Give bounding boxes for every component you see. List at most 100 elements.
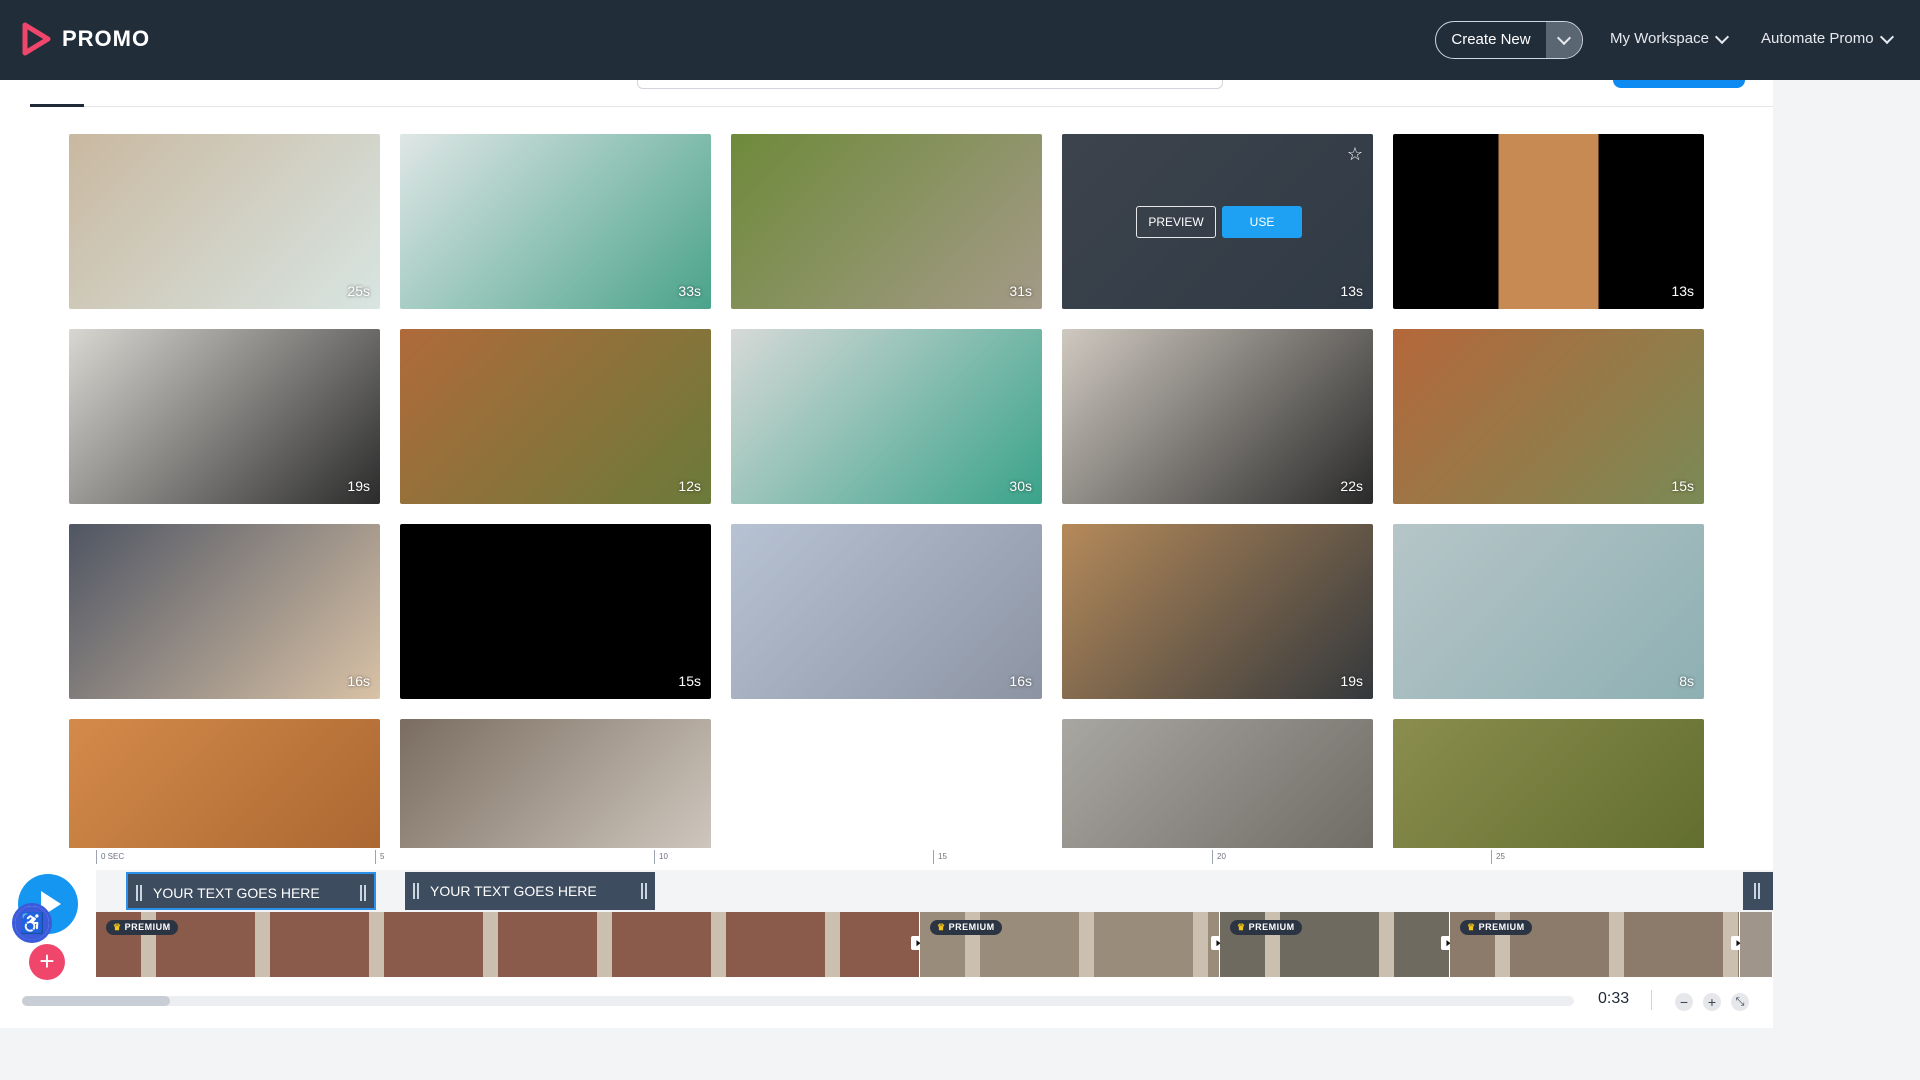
video-duration: 13s <box>1340 283 1363 299</box>
crown-icon: ♛ <box>1237 922 1249 932</box>
text-clip[interactable]: YOUR TEXT GOES HERE <box>405 872 655 910</box>
tab-divider <box>30 106 1773 107</box>
video-thumbnail[interactable]: 33s <box>400 134 711 309</box>
drag-handle-icon[interactable] <box>641 883 647 899</box>
video-duration: 19s <box>1340 673 1363 689</box>
video-grid: 25s 33s 31s PREVIEW USE ☆ 13s 13s 19s 12s 30s 22s 15… <box>69 134 1704 848</box>
top-navigation-bar: PROMO Create New My Workspace Automate P… <box>0 0 1920 80</box>
video-clip[interactable]: ♛ PREMIUM <box>1450 912 1740 977</box>
video-clip[interactable]: ♛ PREMIUM <box>920 912 1220 977</box>
premium-badge: ♛ PREMIUM <box>106 920 178 935</box>
video-thumbnail[interactable]: 22s <box>1062 329 1373 504</box>
video-duration: 25s <box>347 283 370 299</box>
video-thumbnail[interactable] <box>1062 719 1373 848</box>
video-duration: 12s <box>678 478 701 494</box>
ruler-tick: 25 <box>1491 850 1505 864</box>
video-duration: 33s <box>678 283 701 299</box>
video-thumbnail[interactable] <box>400 719 711 848</box>
create-new-label[interactable]: Create New <box>1436 22 1546 58</box>
premium-badge: ♛ PREMIUM <box>930 920 1002 935</box>
text-clip-label: YOUR TEXT GOES HERE <box>153 885 320 901</box>
use-button[interactable]: USE <box>1222 206 1302 238</box>
video-thumbnail[interactable]: 15s <box>400 524 711 699</box>
premium-label: PREMIUM <box>1478 922 1525 932</box>
automate-promo-label: Automate Promo <box>1761 30 1874 47</box>
preview-button[interactable]: PREVIEW <box>1136 206 1216 238</box>
add-scene-button[interactable]: + <box>29 944 65 980</box>
star-outline-icon[interactable]: ☆ <box>1347 144 1363 165</box>
primary-action-button[interactable] <box>1613 80 1745 88</box>
video-duration: 16s <box>1009 673 1032 689</box>
video-clip[interactable]: ♛ PREMIUM <box>1220 912 1450 977</box>
promo-logo[interactable]: PROMO <box>22 22 150 56</box>
drag-handle-icon[interactable] <box>136 885 142 901</box>
crown-icon: ♛ <box>937 922 949 932</box>
crown-icon: ♛ <box>1467 922 1479 932</box>
total-duration: 0:33 <box>1598 990 1630 1007</box>
text-track: YOUR TEXT GOES HERE YOUR TEXT GOES HERE <box>96 870 1773 912</box>
timeline-scrollbar[interactable] <box>22 996 1574 1006</box>
video-thumbnail[interactable]: 8s <box>1393 524 1704 699</box>
ruler-tick: 5 <box>375 850 384 864</box>
drag-handle-icon[interactable] <box>413 883 419 899</box>
premium-badge: ♛ PREMIUM <box>1230 920 1302 935</box>
drag-handle-icon <box>1754 883 1760 899</box>
premium-label: PREMIUM <box>124 922 171 932</box>
time-ruler: 0 SEC 5 10 15 20 25 <box>96 850 1773 864</box>
video-thumbnail[interactable]: 19s <box>1062 524 1373 699</box>
video-thumbnail[interactable]: 25s <box>69 134 380 309</box>
zoom-in-button[interactable]: + <box>1703 993 1721 1011</box>
timeline-editor: 0 SEC 5 10 15 20 25 ♿ + YOUR TEXT GOES HERE Y… <box>0 848 1773 1028</box>
video-thumbnail[interactable]: 13s <box>1393 134 1704 309</box>
premium-label: PREMIUM <box>1248 922 1295 932</box>
video-thumbnail[interactable]: 19s <box>69 329 380 504</box>
video-duration: 13s <box>1671 283 1694 299</box>
my-workspace-label: My Workspace <box>1610 30 1709 47</box>
brand-name: PROMO <box>62 26 151 51</box>
video-thumbnail[interactable] <box>69 719 380 848</box>
premium-label: PREMIUM <box>948 922 995 932</box>
scrollbar-thumb[interactable] <box>22 996 170 1006</box>
video-duration: 31s <box>1009 283 1032 299</box>
ruler-tick: 10 <box>654 850 668 864</box>
video-thumbnail[interactable]: 12s <box>400 329 711 504</box>
media-library-panel: 25s 33s 31s PREVIEW USE ☆ 13s 13s 19s 12s 30s 22s 15… <box>0 80 1773 848</box>
my-workspace-menu[interactable]: My Workspace <box>1610 21 1729 57</box>
search-input[interactable] <box>637 80 1223 89</box>
zoom-out-button[interactable]: − <box>1675 993 1693 1011</box>
premium-badge: ♛ PREMIUM <box>1460 920 1532 935</box>
video-duration: 30s <box>1009 478 1032 494</box>
video-duration: 22s <box>1340 478 1363 494</box>
drag-handle-icon[interactable] <box>360 885 366 901</box>
video-thumbnail[interactable]: 30s <box>731 329 1042 504</box>
fit-timeline-button[interactable]: ⤡ <box>1731 993 1749 1011</box>
ruler-tick: 15 <box>933 850 947 864</box>
video-thumbnail[interactable] <box>1393 719 1704 848</box>
video-thumbnail[interactable] <box>731 719 1042 848</box>
video-duration: 15s <box>1671 478 1694 494</box>
video-thumbnail[interactable]: 31s <box>731 134 1042 309</box>
create-new-dropdown[interactable] <box>1546 22 1582 58</box>
video-clip[interactable] <box>1740 912 1773 977</box>
ruler-tick: 20 <box>1212 850 1226 864</box>
text-track-end-handle[interactable] <box>1743 872 1773 910</box>
video-track: ♛ PREMIUM⧓♛ PREMIUM⧓♛ PREMIUM⧓♛ PREMIUM⧓ <box>96 912 1773 977</box>
hover-overlay <box>1062 134 1373 309</box>
create-new-button[interactable]: Create New <box>1435 21 1583 59</box>
video-thumbnail[interactable]: 16s <box>69 524 380 699</box>
video-thumbnail[interactable]: PREVIEW USE ☆ 13s <box>1062 134 1373 309</box>
video-thumbnail[interactable]: 16s <box>731 524 1042 699</box>
chevron-down-icon <box>1879 29 1894 44</box>
video-thumbnail[interactable]: 15s <box>1393 329 1704 504</box>
video-clip[interactable]: ♛ PREMIUM <box>96 912 920 977</box>
text-clip[interactable]: YOUR TEXT GOES HERE <box>126 872 376 910</box>
accessibility-icon: ♿ <box>15 906 49 940</box>
video-duration: 19s <box>347 478 370 494</box>
divider <box>1651 990 1652 1010</box>
accessibility-button[interactable]: ♿ <box>12 903 52 943</box>
chevron-down-icon <box>1714 29 1729 44</box>
automate-promo-menu[interactable]: Automate Promo <box>1761 21 1894 57</box>
text-clip-label: YOUR TEXT GOES HERE <box>430 883 597 899</box>
video-duration: 8s <box>1679 673 1694 689</box>
active-tab-indicator <box>30 104 84 107</box>
